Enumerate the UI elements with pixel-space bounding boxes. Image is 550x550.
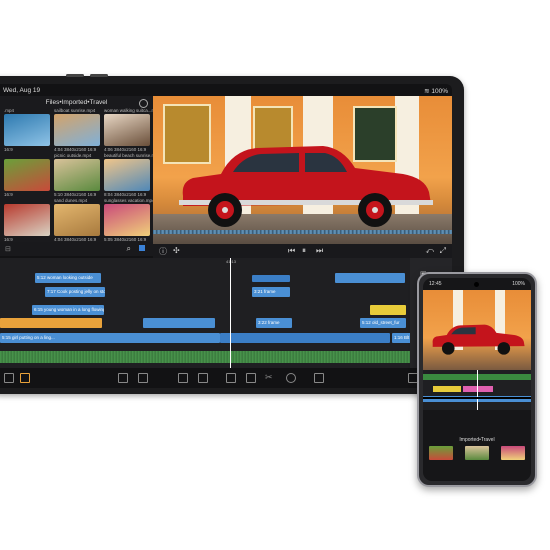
timeline-clip[interactable]: 5:12 old_street_fur	[360, 318, 406, 328]
phone-media-thumb[interactable]	[429, 446, 453, 460]
timeline-clip[interactable]: 3:22 frame	[256, 318, 292, 328]
timeline-clip[interactable]: 3:21 frame	[252, 287, 290, 297]
media-library-panel: Files•Imported•Travel .mp4 16:9 sailboat s…	[0, 96, 160, 242]
timeline-clip[interactable]: 7:17 Cook posting jelly on stove	[45, 287, 105, 297]
media-meta: 5:10 3840x2160 16:9	[54, 192, 97, 197]
image-icon[interactable]	[198, 373, 208, 383]
transition-icon[interactable]	[138, 373, 148, 383]
media-thumbnail[interactable]	[54, 204, 100, 236]
timeline-clip[interactable]	[143, 318, 215, 328]
media-thumbnail[interactable]	[104, 114, 150, 146]
layers-icon[interactable]	[4, 373, 14, 383]
check-icon[interactable]	[246, 373, 256, 383]
media-meta: 16:9	[4, 192, 13, 197]
media-panel-toolbar: ⊟ ⌕	[0, 242, 153, 256]
video-preview[interactable]	[153, 96, 452, 244]
phone-hinge	[423, 397, 531, 399]
pause-icon[interactable]: ⏸	[302, 246, 306, 256]
phone-media-title: Imported•Travel	[459, 437, 495, 443]
phone-media-thumb[interactable]	[465, 446, 489, 460]
capture-icon[interactable]	[226, 373, 236, 383]
media-thumbnail[interactable]	[4, 159, 50, 191]
fullscreen-icon[interactable]: ⤢	[440, 246, 446, 256]
bottom-toolbar: ✂	[0, 368, 452, 388]
red-vintage-car	[179, 146, 433, 227]
media-filename: beautiful beach sunrise.mp4	[104, 153, 161, 158]
settings-icon[interactable]	[20, 373, 30, 383]
media-thumbnail[interactable]	[4, 204, 50, 236]
skip-back-icon[interactable]: ⏮	[288, 246, 295, 256]
tablet-screen: Wed, Aug 19 ≋ 100% Files•Imported•Travel…	[0, 84, 452, 388]
grid-view-icon[interactable]	[139, 245, 145, 251]
timeline-clip[interactable]: 5:12 woman looking outside	[35, 273, 101, 283]
media-meta: 16:9	[4, 147, 13, 152]
media-filename: sand dunes.mp4	[54, 198, 88, 203]
media-filename: .mp4	[4, 108, 15, 113]
audio-waveform[interactable]	[0, 351, 452, 363]
status-bar: Wed, Aug 19 ≋ 100%	[0, 84, 452, 96]
media-meta: 4:06 3840x2160 16:9	[104, 147, 147, 152]
media-thumbnail[interactable]	[54, 114, 100, 146]
timeline-clip-audio[interactable]	[0, 318, 102, 328]
media-meta: 8:04 3840x2160 16:9	[104, 192, 147, 197]
tablet-power-button	[90, 74, 108, 77]
preview-scrubber[interactable]	[153, 230, 452, 234]
media-filename: picnic outside.mp4	[54, 153, 92, 158]
timeline[interactable]: 41:13 5:12 woman looking outside 7:17 Co…	[0, 258, 452, 368]
phone-screen: 12:45 100% Imported•Travel	[423, 278, 531, 481]
phone-red-car	[432, 324, 525, 355]
options-icon[interactable]	[139, 99, 148, 108]
phone-timeline[interactable]	[423, 370, 531, 410]
undo-icon[interactable]: ⤺	[425, 246, 434, 256]
tablet-volume-button	[66, 74, 84, 77]
timeline-clip-title[interactable]	[370, 305, 406, 315]
media-meta: 4:04 3840x2160 16:9	[54, 147, 97, 152]
media-thumbnail[interactable]	[104, 204, 150, 236]
timeline-clip-main[interactable]	[220, 333, 390, 343]
delete-icon[interactable]	[314, 373, 324, 383]
media-path-label: Files•Imported•Travel	[45, 99, 108, 106]
status-date: Wed, Aug 19	[3, 87, 41, 94]
move-icon[interactable]: ✣	[173, 246, 180, 255]
media-thumbnail[interactable]	[4, 114, 50, 146]
battery-text: 100%	[431, 88, 448, 95]
tablet-device: Wed, Aug 19 ≋ 100% Files•Imported•Travel…	[0, 74, 464, 394]
timecode: 41:13	[226, 259, 237, 264]
timeline-clip[interactable]	[335, 273, 405, 283]
playhead[interactable]	[230, 258, 231, 368]
add-icon[interactable]	[286, 373, 296, 383]
search-icon[interactable]: ⌕	[127, 244, 131, 254]
phone-status-time: 12:45	[429, 281, 442, 287]
media-filename: woman walking suitca...mp4	[104, 108, 161, 113]
wifi-icon: ≋	[424, 88, 430, 95]
media-filename: sailboat sunrise.mp4	[54, 108, 96, 113]
playback-controls: ⓘ ✣ ⏮ ⏸ ⏭ ⤺ ⤢	[153, 244, 452, 258]
phone-status-battery: 100%	[512, 281, 525, 287]
info-icon[interactable]: ⓘ	[159, 246, 167, 257]
media-thumbnail[interactable]	[104, 159, 150, 191]
media-thumbnail[interactable]	[54, 159, 100, 191]
status-right: ≋ 100%	[424, 87, 448, 95]
camera-icon	[474, 282, 479, 287]
timeline-clip[interactable]: 6:15 young woman in a long flowing d...	[32, 305, 104, 315]
scissors-icon[interactable]: ✂	[265, 372, 273, 383]
skip-forward-icon[interactable]: ⏭	[316, 246, 323, 256]
media-filename: sunglasses vacation.mp4	[104, 198, 155, 203]
phone-device: 12:45 100% Imported•Travel	[417, 272, 537, 487]
media-icon[interactable]	[118, 373, 128, 383]
phone-video-preview[interactable]	[423, 290, 531, 370]
phone-media-thumb[interactable]	[501, 446, 525, 460]
timeline-clip[interactable]	[252, 275, 290, 282]
sort-icon[interactable]: ⊟	[5, 245, 11, 253]
text-icon[interactable]	[178, 373, 188, 383]
timeline-clip-main[interactable]: 5:15 girl putting on a ling...	[0, 333, 220, 343]
